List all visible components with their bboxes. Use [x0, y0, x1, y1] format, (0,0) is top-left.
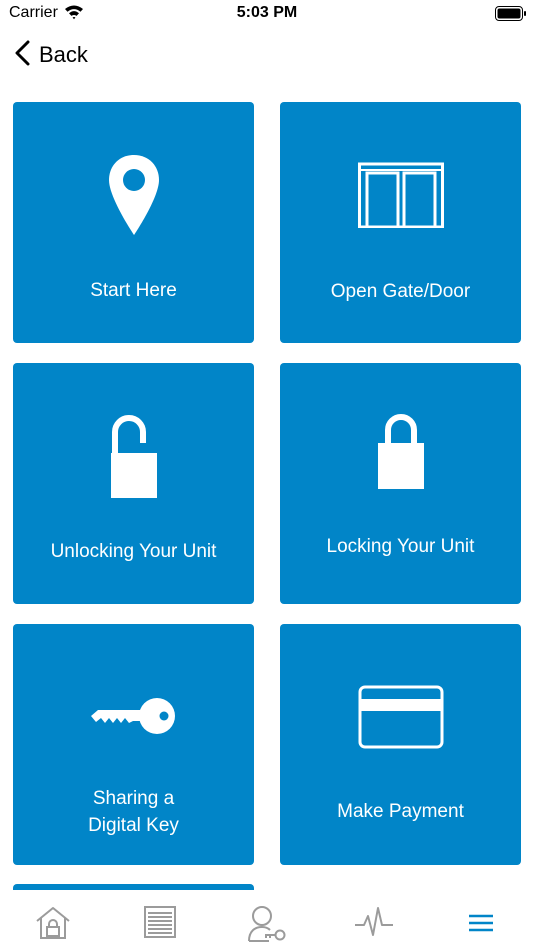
key-icon: [13, 694, 254, 738]
credit-card-icon: [280, 685, 521, 749]
tile-locking-your-unit[interactable]: Locking Your Unit: [280, 363, 521, 604]
locked-padlock-icon: [280, 413, 521, 493]
menu-icon: [468, 905, 494, 950]
status-bar: Carrier 5:03 PM: [0, 0, 534, 30]
tile-label: Make Payment: [337, 801, 464, 822]
tile-label: Start Here: [90, 280, 177, 301]
tile-label-line1: Sharing a: [92, 788, 175, 809]
profile-key-icon: [247, 905, 287, 950]
tile-unlocking-your-unit[interactable]: Unlocking Your Unit: [13, 363, 254, 604]
map-pin-icon: [13, 153, 254, 237]
gate-door-icon: [280, 162, 521, 228]
tile-sharing-digital-key[interactable]: Sharing a Digital Key: [13, 624, 254, 865]
activity-icon: [354, 905, 394, 950]
tab-activity[interactable]: [320, 890, 427, 950]
tile-label: Locking Your Unit: [326, 536, 475, 557]
battery-icon: [495, 6, 527, 26]
tile-make-payment[interactable]: Make Payment: [280, 624, 521, 865]
tile-label: Unlocking Your Unit: [50, 541, 217, 562]
tile-label: Open Gate/Door: [330, 281, 471, 302]
home-lock-icon: [34, 905, 72, 950]
tile-start-here[interactable]: Start Here: [13, 102, 254, 343]
tile-label: Sharing a Digital Key: [13, 785, 254, 839]
tile-open-gate-door[interactable]: Open Gate/Door: [280, 102, 521, 343]
tab-bar: [0, 890, 534, 950]
back-button[interactable]: Back: [14, 39, 88, 71]
back-label: Back: [39, 42, 88, 67]
tab-profile[interactable]: [214, 890, 321, 950]
tile-label-line2: Digital Key: [88, 815, 179, 836]
chevron-left-icon: [14, 39, 30, 72]
unlocked-padlock-icon: [13, 413, 254, 503]
tab-home[interactable]: [0, 890, 107, 950]
status-time: 5:03 PM: [236, 4, 298, 21]
tab-menu[interactable]: [427, 890, 534, 950]
storage-unit-icon: [143, 905, 177, 950]
tab-units[interactable]: [107, 890, 214, 950]
